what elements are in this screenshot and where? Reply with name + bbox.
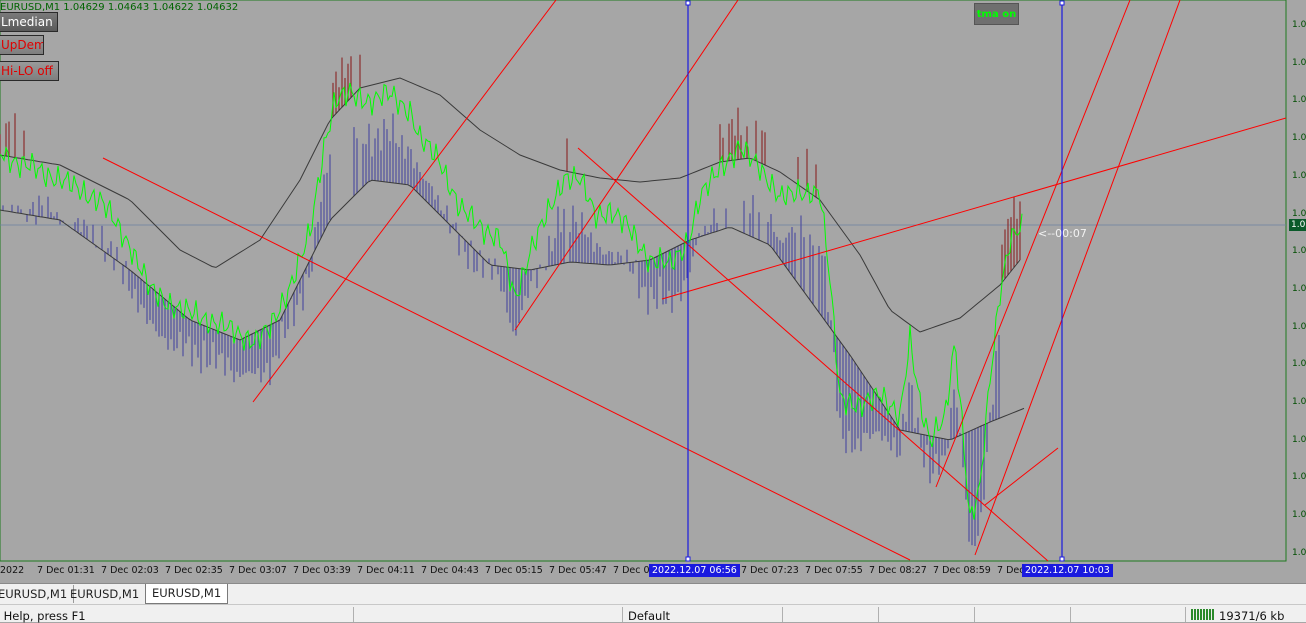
time-axis-label: 7 Dec 07:23: [741, 565, 799, 576]
status-divider: [1185, 607, 1186, 622]
chart-canvas[interactable]: [0, 0, 1306, 621]
time-axis-label: 2022: [0, 565, 25, 576]
time-axis-label: 7 Dec 04:11: [357, 565, 415, 576]
time-axis-label: 7 Dec 02:35: [165, 565, 223, 576]
status-divider: [622, 607, 623, 622]
lmedian-button[interactable]: Lmedian: [0, 12, 58, 32]
vline-handle[interactable]: [1059, 556, 1065, 562]
time-axis-label: 7 Dec: [997, 565, 1025, 576]
price-axis-label: 1.0: [1292, 246, 1306, 257]
status-bar: For Help, press F1 Default 19371/6 kb: [0, 604, 1306, 623]
current-price-label: 1.0: [1289, 219, 1306, 231]
status-divider: [878, 607, 879, 622]
updem-button[interactable]: UpDem: [0, 35, 44, 55]
time-axis-label: 7 Dec 07:55: [805, 565, 863, 576]
vline-time-label: 2022.12.07 10:03: [1022, 564, 1113, 577]
status-divider: [1070, 607, 1071, 622]
time-axis-label: 7 Dec 02:03: [101, 565, 159, 576]
price-axis-label: 1.0: [1292, 434, 1306, 445]
time-axis-label: 7 Dec 03:07: [229, 565, 287, 576]
vline-handle[interactable]: [685, 556, 691, 562]
tab-chart-3[interactable]: EURUSD,M1: [145, 584, 229, 604]
price-axis-label: 1.0: [1292, 283, 1306, 294]
price-axis-label: 1.0: [1292, 170, 1306, 181]
hilo-toggle-button[interactable]: Hi-LO off: [0, 61, 59, 81]
price-axis-label: 1.0: [1292, 208, 1306, 219]
tma-toggle-button[interactable]: tma on: [974, 3, 1019, 25]
price-axis-label: 1.0: [1292, 359, 1306, 370]
price-axis-label: 1.0: [1292, 547, 1306, 558]
vline-time-label: 2022.12.07 06:56: [649, 564, 740, 577]
time-axis-label: 7 Dec 04:43: [421, 565, 479, 576]
price-axis-label: 1.0: [1292, 510, 1306, 521]
vline-handle[interactable]: [1059, 0, 1065, 6]
chart-area: [0, 0, 1287, 562]
bar-countdown: <--00:07: [1038, 227, 1087, 240]
tab-chart-2[interactable]: EURUSD,M1: [64, 585, 147, 603]
status-divider: [974, 607, 975, 622]
price-axis-label: 1.0: [1292, 95, 1306, 106]
price-axis-label: 1.0: [1292, 321, 1306, 332]
time-axis-label: 7 Dec 05:47: [549, 565, 607, 576]
price-axis-label: 1.0: [1292, 472, 1306, 483]
time-axis-label: 7 Dec 08:59: [933, 565, 991, 576]
time-axis-label: 7 Dec 03:39: [293, 565, 351, 576]
time-axis-label: 7 Dec 08:27: [869, 565, 927, 576]
price-axis-label: 1.0: [1292, 20, 1306, 30]
chart-tab-bar: EURUSD,M1 EURUSD,M1 EURUSD,M1: [0, 583, 1306, 604]
status-divider: [353, 607, 354, 622]
vline-handle[interactable]: [685, 0, 691, 6]
time-axis-label: 7 Dec 01:31: [37, 565, 95, 576]
time-axis-label: 7 Dec 05:15: [485, 565, 543, 576]
price-axis-label: 1.0: [1292, 57, 1306, 68]
connection-bars-icon: [1191, 609, 1215, 620]
status-divider: [782, 607, 783, 622]
price-axis-label: 1.0: [1292, 397, 1306, 407]
price-axis-label: 1.0: [1292, 133, 1306, 144]
